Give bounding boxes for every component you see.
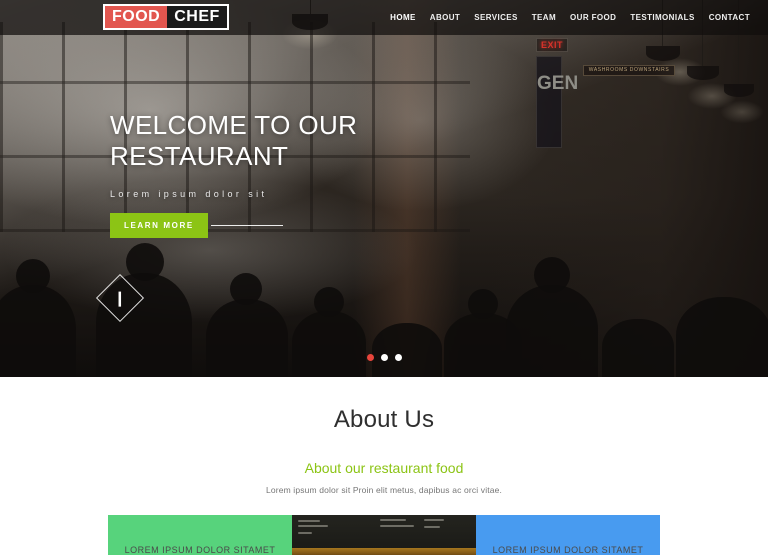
about-description: Lorem ipsum dolor sit Proin elit metus, …	[265, 485, 503, 495]
nav-home[interactable]: HOME	[390, 13, 416, 22]
hero-section: EXIT GEN WASHROOMS DOWNSTAIRS FOOD CHEF …	[0, 0, 768, 377]
carousel-dot-2[interactable]	[380, 354, 388, 361]
carousel-dot-1[interactable]	[366, 354, 374, 361]
exit-sign: EXIT	[536, 38, 569, 52]
nav-contact[interactable]: CONTACT	[709, 13, 750, 22]
cta-accent-line	[210, 225, 283, 226]
about-section: About Us About our restaurant food Lorem…	[0, 377, 768, 555]
pendant-lamp-icon	[687, 66, 719, 80]
nav-about[interactable]: ABOUT	[430, 13, 460, 22]
nav-our-food[interactable]: OUR FOOD	[570, 13, 616, 22]
nav-testimonials[interactable]: TESTIMONIALS	[630, 13, 694, 22]
chalkboard-menu-decoration	[292, 515, 476, 548]
about-subtitle: About our restaurant food	[304, 460, 464, 476]
washrooms-sign: WASHROOMS DOWNSTAIRS	[583, 65, 675, 76]
pendant-lamp-icon	[724, 84, 754, 97]
hero-content: WELCOME TO OUR RESTAURANT Lorem ipsum do…	[110, 110, 440, 238]
site-header: FOOD CHEF HOME ABOUT SERVICES TEAM OUR F…	[0, 0, 768, 35]
nav-services[interactable]: SERVICES	[474, 13, 518, 22]
hero-cta-row: LEARN MORE	[110, 213, 440, 238]
hero-title: WELCOME TO OUR RESTAURANT	[110, 110, 358, 171]
vertical-wall-sign: GEN	[536, 56, 578, 148]
hero-subtitle: Lorem ipsum dolor sit	[110, 189, 268, 199]
site-logo[interactable]: FOOD CHEF	[103, 4, 229, 30]
learn-more-button[interactable]: LEARN MORE	[110, 213, 208, 238]
about-title: About Us	[333, 406, 435, 433]
about-panel-blue[interactable]: LOREM IPSUM DOLOR SITAMET	[476, 515, 660, 555]
logo-text-food: FOOD	[105, 6, 168, 28]
about-panels: LOREM IPSUM DOLOR SITAMET LOREM IPSUM DO…	[108, 515, 660, 555]
wooden-shelf-decoration	[292, 548, 476, 555]
main-navigation: HOME ABOUT SERVICES TEAM OUR FOOD TESTIM…	[390, 0, 750, 35]
about-panel-green[interactable]: LOREM IPSUM DOLOR SITAMET	[108, 515, 292, 555]
pendant-lamp-icon	[646, 46, 680, 61]
carousel-dot-3[interactable]	[394, 354, 402, 361]
carousel-dots	[0, 354, 768, 361]
carousel-prev-glyph: ❙	[113, 289, 127, 307]
logo-text-chef: CHEF	[167, 6, 227, 28]
nav-team[interactable]: TEAM	[532, 13, 556, 22]
about-panel-image[interactable]	[292, 515, 476, 555]
